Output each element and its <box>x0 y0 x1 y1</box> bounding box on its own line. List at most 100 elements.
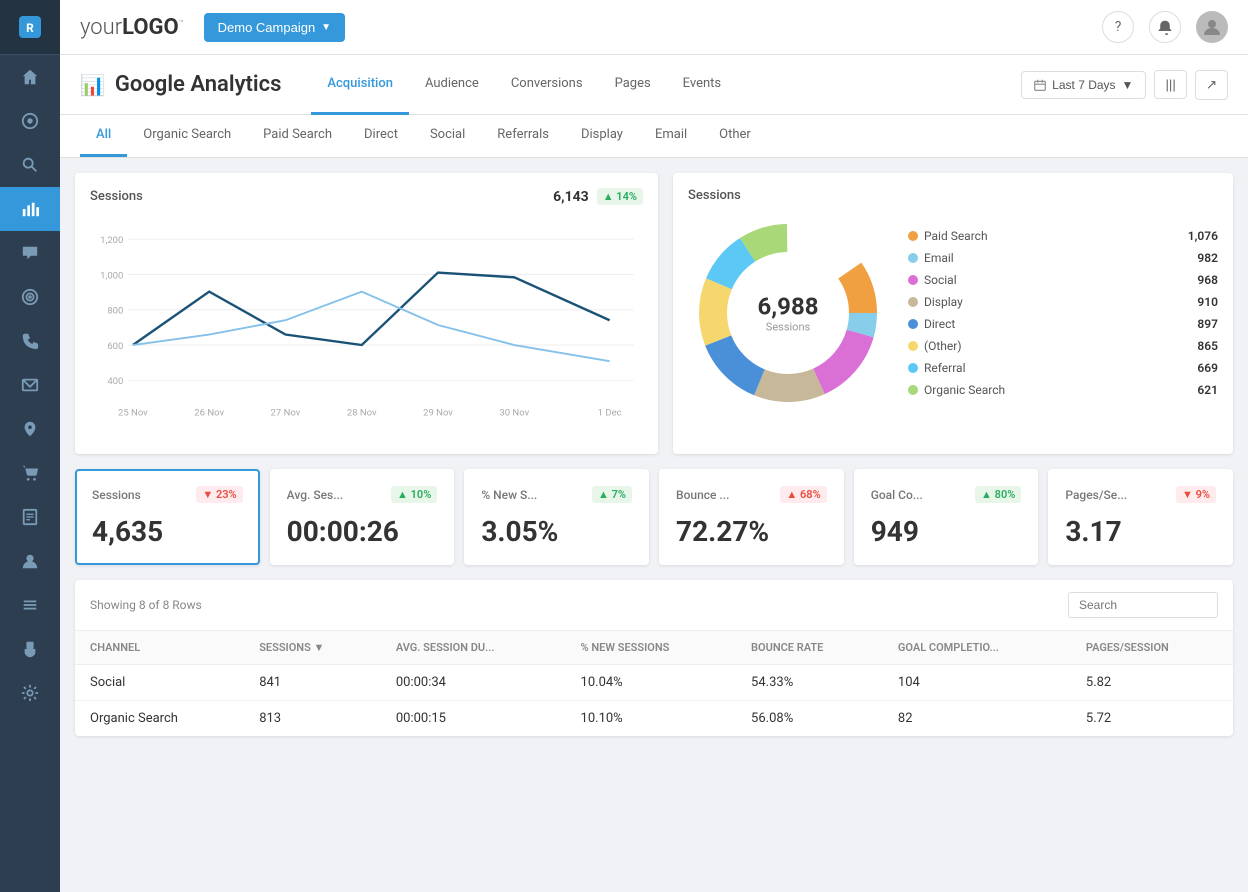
legend-social: Social 968 <box>908 269 1218 291</box>
table-row: Organic Search 813 00:00:15 10.10% 56.08… <box>75 701 1233 737</box>
svg-text:400: 400 <box>107 376 123 387</box>
sidebar-icon-plugin[interactable] <box>0 627 60 671</box>
date-dropdown-icon: ▼ <box>1122 78 1134 92</box>
cell-goal-completions-1: 104 <box>883 665 1071 701</box>
campaign-button[interactable]: Demo Campaign ▼ <box>204 13 345 42</box>
campaign-dropdown-icon: ▼ <box>321 22 331 33</box>
charts-row: Sessions 6,143 ▲ 14% <box>75 173 1233 454</box>
table-row-info: Showing 8 of 8 Rows <box>90 598 202 612</box>
metric-card-avg-session[interactable]: Avg. Ses... ▲ 10% 00:00:26 <box>270 469 455 565</box>
tab-events[interactable]: Events <box>667 55 737 115</box>
sub-tab-paid-search[interactable]: Paid Search <box>247 115 348 157</box>
sidebar-icon-list[interactable] <box>0 583 60 627</box>
avatar[interactable] <box>1196 11 1228 43</box>
metric-card-bounce-rate[interactable]: Bounce ... ▲ 68% 72.27% <box>659 469 844 565</box>
tab-acquisition[interactable]: Acquisition <box>311 55 409 115</box>
donut-chart-area: 6,988 Sessions <box>688 213 888 413</box>
chart-bar-icon: 📊 <box>80 73 105 97</box>
page-header: 📊 Google Analytics Acquisition Audience … <box>60 55 1248 115</box>
svg-text:R: R <box>26 21 34 35</box>
tab-conversions[interactable]: Conversions <box>495 55 599 115</box>
sidebar-icon-chat[interactable] <box>0 231 60 275</box>
svg-text:600: 600 <box>107 341 123 352</box>
donut-chart-header: Sessions <box>688 188 1218 203</box>
sub-tab-email[interactable]: Email <box>639 115 703 157</box>
col-goal-completions: GOAL COMPLETIO... <box>883 631 1071 665</box>
sidebar-icon-search[interactable] <box>0 143 60 187</box>
cell-avg-session-1: 00:00:34 <box>381 665 566 701</box>
tab-audience[interactable]: Audience <box>409 55 495 115</box>
sidebar-icon-reports[interactable] <box>0 495 60 539</box>
metric-avg-session-badge: ▲ 10% <box>391 486 437 503</box>
sub-tab-all[interactable]: All <box>80 115 127 157</box>
tab-pages[interactable]: Pages <box>599 55 667 115</box>
share-button[interactable]: ↗ <box>1195 70 1228 100</box>
date-range-button[interactable]: Last 7 Days ▼ <box>1021 71 1146 99</box>
donut-center-label: Sessions <box>758 321 819 334</box>
sub-tab-other[interactable]: Other <box>703 115 767 157</box>
metric-card-sessions[interactable]: Sessions ▼ 23% 4,635 <box>75 469 260 565</box>
cell-goal-completions-2: 82 <box>883 701 1071 737</box>
cell-new-sessions-2: 10.10% <box>566 701 737 737</box>
donut-chart-title: Sessions <box>688 188 741 203</box>
main-content: yourLOGO™ Demo Campaign ▼ ? 📊 Google Ana… <box>60 0 1248 892</box>
legend-other: (Other) 865 <box>908 335 1218 357</box>
legend-email: Email 982 <box>908 247 1218 269</box>
sidebar-icon-home[interactable] <box>0 55 60 99</box>
svg-text:30 Nov: 30 Nov <box>499 408 529 419</box>
columns-view-button[interactable]: ||| <box>1154 70 1186 99</box>
cell-channel-2: Organic Search <box>75 701 244 737</box>
sub-tab-referrals[interactable]: Referrals <box>481 115 565 157</box>
metric-card-new-sessions[interactable]: % New S... ▲ 7% 3.05% <box>464 469 649 565</box>
sidebar-icon-campaigns[interactable] <box>0 99 60 143</box>
cell-bounce-rate-1: 54.33% <box>736 665 883 701</box>
svg-text:26 Nov: 26 Nov <box>194 408 224 419</box>
page-title: Google Analytics <box>115 72 281 97</box>
sidebar-icon-location[interactable] <box>0 407 60 451</box>
sidebar-icon-users[interactable] <box>0 539 60 583</box>
help-button[interactable]: ? <box>1102 11 1134 43</box>
table-search-input[interactable] <box>1068 592 1218 618</box>
sidebar-icon-settings[interactable] <box>0 671 60 715</box>
cell-channel-1: Social <box>75 665 244 701</box>
sub-tabs: All Organic Search Paid Search Direct So… <box>60 115 1248 158</box>
sub-tab-display[interactable]: Display <box>565 115 639 157</box>
metric-bounce-value: 72.27% <box>676 515 827 548</box>
sidebar-icon-cart[interactable] <box>0 451 60 495</box>
metric-new-sessions-label: % New S... <box>481 488 537 502</box>
svg-text:29 Nov: 29 Nov <box>423 408 453 419</box>
header-actions: Last 7 Days ▼ ||| ↗ <box>1021 70 1228 100</box>
legend-display: Display 910 <box>908 291 1218 313</box>
donut-legend: Paid Search 1,076 Email 982 Social 968 <box>908 225 1218 401</box>
sub-tab-direct[interactable]: Direct <box>348 115 414 157</box>
metric-card-pages-session[interactable]: Pages/Se... ▼ 9% 3.17 <box>1048 469 1233 565</box>
sidebar-icon-analytics[interactable] <box>0 187 60 231</box>
metric-sessions-label: Sessions <box>92 488 141 502</box>
metric-card-goal-completions[interactable]: Goal Co... ▲ 80% 949 <box>854 469 1039 565</box>
svg-text:28 Nov: 28 Nov <box>347 408 377 419</box>
svg-text:1,200: 1,200 <box>100 235 123 246</box>
line-chart-title: Sessions <box>90 189 143 204</box>
sidebar-icon-email[interactable] <box>0 363 60 407</box>
metric-pages-header: Pages/Se... ▼ 9% <box>1065 486 1216 503</box>
sidebar-icon-targeting[interactable] <box>0 275 60 319</box>
metric-goal-badge: ▲ 80% <box>975 486 1021 503</box>
cell-new-sessions-1: 10.04% <box>566 665 737 701</box>
col-new-sessions: % NEW SESSIONS <box>566 631 737 665</box>
svg-text:25 Nov: 25 Nov <box>118 408 148 419</box>
metric-sessions-badge: ▼ 23% <box>196 486 242 503</box>
nav-icons: ? <box>1102 11 1228 43</box>
sub-tab-organic-search[interactable]: Organic Search <box>127 115 247 157</box>
legend-paid-search: Paid Search 1,076 <box>908 225 1218 247</box>
campaign-label: Demo Campaign <box>218 20 316 35</box>
cell-pages-session-1: 5.82 <box>1071 665 1233 701</box>
col-sessions[interactable]: SESSIONS ▼ <box>244 631 381 665</box>
metric-bounce-label: Bounce ... <box>676 488 729 502</box>
metric-avg-session-header: Avg. Ses... ▲ 10% <box>287 486 438 503</box>
sidebar-icon-phone[interactable] <box>0 319 60 363</box>
metric-new-sessions-value: 3.05% <box>481 515 632 548</box>
svg-text:1 Dec: 1 Dec <box>598 408 622 419</box>
sub-tab-social[interactable]: Social <box>414 115 481 157</box>
notifications-button[interactable] <box>1149 11 1181 43</box>
legend-direct: Direct 897 <box>908 313 1218 335</box>
